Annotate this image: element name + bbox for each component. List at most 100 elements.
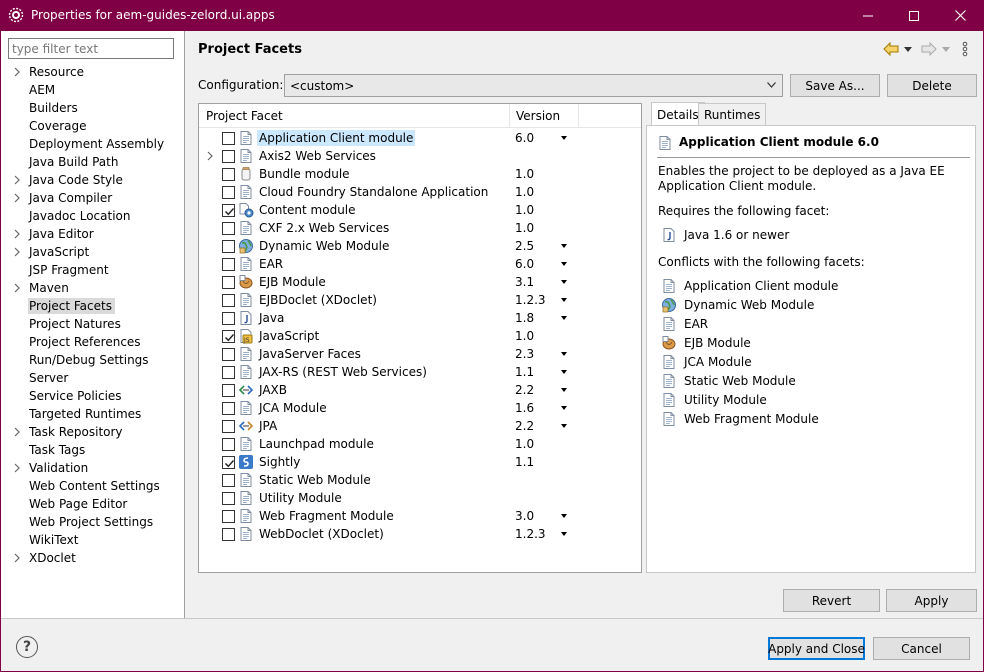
tree-item-targeted-runtimes[interactable]: Targeted Runtimes xyxy=(11,405,181,423)
version-dropdown-icon[interactable] xyxy=(561,532,567,536)
facet-version[interactable]: 6.0 xyxy=(515,256,534,272)
title-bar[interactable]: Properties for aem-guides-zelord.ui.apps xyxy=(0,0,984,31)
apply-and-close-button[interactable]: Apply and Close xyxy=(768,637,865,660)
tree-item-project-references[interactable]: Project References xyxy=(11,333,181,351)
facets-table[interactable]: Project Facet Version Application Client… xyxy=(198,103,642,573)
tree-item-java-code-style[interactable]: Java Code Style xyxy=(11,171,181,189)
tree-item-task-tags[interactable]: Task Tags xyxy=(11,441,181,459)
tree-item-maven[interactable]: Maven xyxy=(11,279,181,297)
apply-button[interactable]: Apply xyxy=(886,589,977,612)
forward-button[interactable] xyxy=(921,39,937,59)
facet-version[interactable]: 1.2.3 xyxy=(515,292,546,308)
facet-row[interactable]: JAX-RS (REST Web Services) 1.1 xyxy=(199,363,641,381)
facet-version[interactable]: 3.0 xyxy=(515,508,534,524)
facet-row[interactable]: JPA 2.2 xyxy=(199,417,641,435)
facet-checkbox[interactable] xyxy=(222,456,235,469)
chevron-right-icon[interactable] xyxy=(11,174,23,186)
facet-checkbox[interactable] xyxy=(222,150,235,163)
facet-version[interactable]: 2.5 xyxy=(515,238,534,254)
facet-row[interactable]: Cloud Foundry Standalone Application 1.0 xyxy=(199,183,641,201)
version-dropdown-icon[interactable] xyxy=(561,406,567,410)
chevron-right-icon[interactable] xyxy=(11,66,23,78)
filter-input[interactable] xyxy=(8,38,174,59)
revert-button[interactable]: Revert xyxy=(783,589,880,612)
chevron-right-icon[interactable] xyxy=(11,192,23,204)
facet-row[interactable]: Content module 1.0 xyxy=(199,201,641,219)
facet-checkbox[interactable] xyxy=(222,330,235,343)
save-as-button[interactable]: Save As... xyxy=(790,74,880,97)
tree-item-javadoc-location[interactable]: Javadoc Location xyxy=(11,207,181,225)
tree-item-javascript[interactable]: JavaScript xyxy=(11,243,181,261)
forward-menu-dropdown[interactable] xyxy=(942,39,950,59)
tree-item-java-editor[interactable]: Java Editor xyxy=(11,225,181,243)
view-menu-button[interactable] xyxy=(962,39,968,59)
back-menu-dropdown[interactable] xyxy=(904,39,912,59)
facet-row[interactable]: JAXB 2.2 xyxy=(199,381,641,399)
facet-row[interactable]: Utility Module xyxy=(199,489,641,507)
facet-checkbox[interactable] xyxy=(222,204,235,217)
help-button[interactable]: ? xyxy=(16,636,38,658)
facet-row[interactable]: EJB Module 3.1 xyxy=(199,273,641,291)
tree-item-web-page-editor[interactable]: Web Page Editor xyxy=(11,495,181,513)
facet-checkbox[interactable] xyxy=(222,384,235,397)
facet-checkbox[interactable] xyxy=(222,348,235,361)
tab-details[interactable]: Details xyxy=(651,102,705,126)
facet-version[interactable]: 1.8 xyxy=(515,310,534,326)
facet-row[interactable]: Bundle module 1.0 xyxy=(199,165,641,183)
chevron-right-icon[interactable] xyxy=(11,462,23,474)
chevron-right-icon[interactable] xyxy=(205,150,215,162)
tree-item-project-facets[interactable]: Project Facets xyxy=(11,297,181,315)
facet-checkbox[interactable] xyxy=(222,402,235,415)
cancel-button[interactable]: Cancel xyxy=(873,637,970,660)
facet-row[interactable]: Java 1.8 xyxy=(199,309,641,327)
configuration-combo[interactable]: <custom> xyxy=(284,74,783,97)
facet-row[interactable]: WebDoclet (XDoclet) 1.2.3 xyxy=(199,525,641,543)
facet-version[interactable]: 1.6 xyxy=(515,400,534,416)
facet-checkbox[interactable] xyxy=(222,438,235,451)
column-header-facet[interactable]: Project Facet xyxy=(206,109,283,123)
facet-checkbox[interactable] xyxy=(222,474,235,487)
version-dropdown-icon[interactable] xyxy=(561,298,567,302)
tree-item-aem[interactable]: AEM xyxy=(11,81,181,99)
facet-row[interactable]: Sightly 1.1 xyxy=(199,453,641,471)
column-header-version[interactable]: Version xyxy=(516,109,560,123)
facet-version[interactable]: 2.2 xyxy=(515,418,534,434)
back-button[interactable] xyxy=(883,39,899,59)
facet-row[interactable]: CXF 2.x Web Services 1.0 xyxy=(199,219,641,237)
facet-checkbox[interactable] xyxy=(222,240,235,253)
chevron-right-icon[interactable] xyxy=(11,282,23,294)
version-dropdown-icon[interactable] xyxy=(561,280,567,284)
maximize-button[interactable] xyxy=(891,0,937,31)
facet-row[interactable]: EAR 6.0 xyxy=(199,255,641,273)
facet-version[interactable]: 1.2.3 xyxy=(515,526,546,542)
version-dropdown-icon[interactable] xyxy=(561,388,567,392)
version-dropdown-icon[interactable] xyxy=(561,352,567,356)
tree-item-coverage[interactable]: Coverage xyxy=(11,117,181,135)
tree-item-validation[interactable]: Validation xyxy=(11,459,181,477)
tree-item-service-policies[interactable]: Service Policies xyxy=(11,387,181,405)
tree-item-web-project-settings[interactable]: Web Project Settings xyxy=(11,513,181,531)
facet-row[interactable]: Static Web Module xyxy=(199,471,641,489)
chevron-right-icon[interactable] xyxy=(11,552,23,564)
version-dropdown-icon[interactable] xyxy=(561,136,567,140)
tree-item-deployment-assembly[interactable]: Deployment Assembly xyxy=(11,135,181,153)
chevron-right-icon[interactable] xyxy=(11,246,23,258)
facet-version[interactable]: 1.1 xyxy=(515,364,534,380)
version-dropdown-icon[interactable] xyxy=(561,316,567,320)
facet-row[interactable]: EJBDoclet (XDoclet) 1.2.3 xyxy=(199,291,641,309)
facet-checkbox[interactable] xyxy=(222,258,235,271)
chevron-right-icon[interactable] xyxy=(11,426,23,438)
tree-item-wikitext[interactable]: WikiText xyxy=(11,531,181,549)
tree-item-run-debug-settings[interactable]: Run/Debug Settings xyxy=(11,351,181,369)
tree-item-java-compiler[interactable]: Java Compiler xyxy=(11,189,181,207)
facet-version[interactable]: 2.3 xyxy=(515,346,534,362)
minimize-button[interactable] xyxy=(845,0,891,31)
facet-row[interactable]: Launchpad module 1.0 xyxy=(199,435,641,453)
tree-item-task-repository[interactable]: Task Repository xyxy=(11,423,181,441)
facet-checkbox[interactable] xyxy=(222,420,235,433)
version-dropdown-icon[interactable] xyxy=(561,370,567,374)
facet-row[interactable]: JavaServer Faces 2.3 xyxy=(199,345,641,363)
facet-checkbox[interactable] xyxy=(222,132,235,145)
facet-row[interactable]: Web Fragment Module 3.0 xyxy=(199,507,641,525)
tree-item-resource[interactable]: Resource xyxy=(11,63,181,81)
